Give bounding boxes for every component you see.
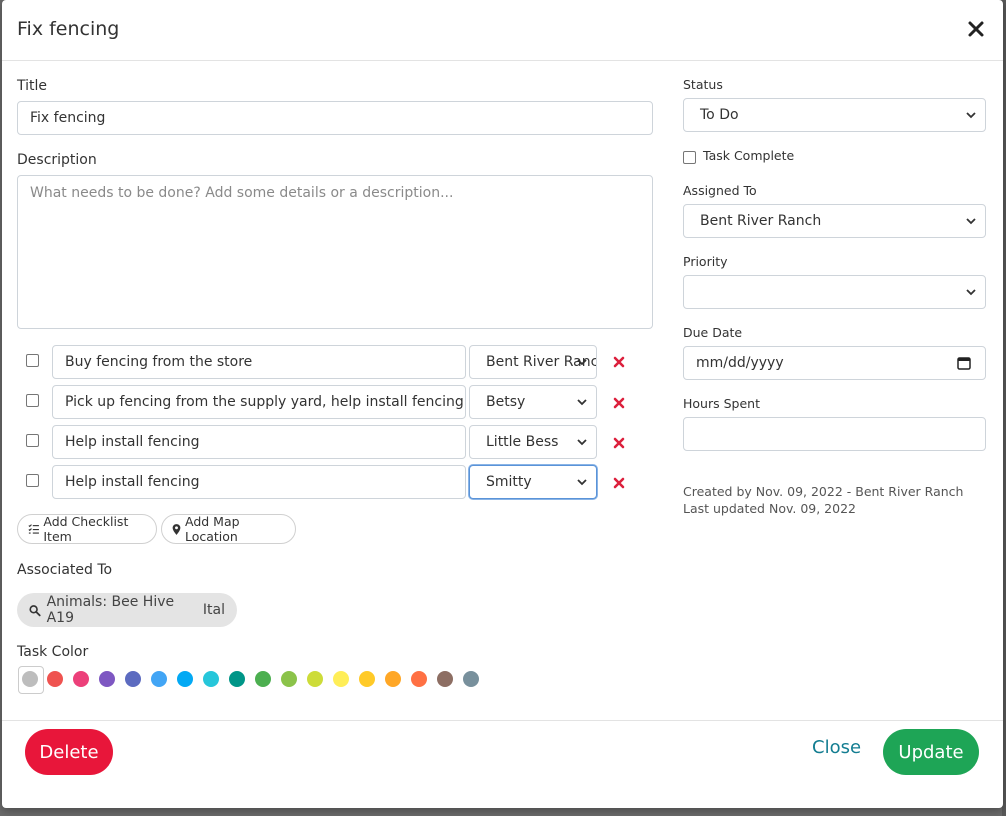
delete-button[interactable]: Delete bbox=[25, 729, 113, 775]
task-color-label: Task Color bbox=[17, 644, 89, 660]
checklist-assignee-select[interactable]: Little Bess bbox=[469, 425, 597, 459]
chevron-down-icon bbox=[577, 439, 587, 446]
remove-item-icon[interactable] bbox=[613, 477, 625, 489]
dialog-title: Fix fencing bbox=[17, 18, 120, 40]
due-date-placeholder: mm/dd/yyyy bbox=[696, 355, 784, 371]
color-swatch[interactable] bbox=[125, 671, 141, 687]
remove-item-icon[interactable] bbox=[613, 397, 625, 409]
calendar-icon[interactable] bbox=[957, 356, 971, 370]
description-placeholder: What needs to be done? Add some details … bbox=[30, 185, 454, 201]
status-value: To Do bbox=[700, 107, 739, 123]
color-swatch[interactable] bbox=[307, 671, 323, 687]
description-label: Description bbox=[17, 152, 97, 168]
color-swatch[interactable] bbox=[22, 671, 38, 687]
color-swatch[interactable] bbox=[463, 671, 479, 687]
associated-chip[interactable]: Animals: Bee Hive A19 Ital bbox=[17, 593, 237, 627]
associated-chip-text: Animals: Bee Hive A19 bbox=[46, 594, 175, 626]
due-date-input[interactable]: mm/dd/yyyy bbox=[683, 346, 986, 380]
color-swatch[interactable] bbox=[333, 671, 349, 687]
title-input-value: Fix fencing bbox=[30, 110, 106, 126]
title-input[interactable]: Fix fencing bbox=[17, 101, 653, 135]
color-swatch[interactable] bbox=[229, 671, 245, 687]
checklist-item-text: Pick up fencing from the supply yard, he… bbox=[65, 394, 464, 410]
color-swatch[interactable] bbox=[99, 671, 115, 687]
color-swatch[interactable] bbox=[411, 671, 427, 687]
chevron-down-icon bbox=[966, 112, 976, 119]
add-checklist-item-button[interactable]: Add Checklist Item bbox=[17, 514, 157, 544]
checklist-assignee-select[interactable]: Smitty bbox=[469, 465, 597, 499]
color-swatch[interactable] bbox=[359, 671, 375, 687]
chevron-down-icon bbox=[966, 289, 976, 296]
updated-info: Last updated Nov. 09, 2022 bbox=[683, 501, 856, 516]
checklist-item-text: Help install fencing bbox=[65, 474, 200, 490]
checklist-assignee-value: Betsy bbox=[486, 394, 526, 410]
status-select[interactable]: To Do bbox=[683, 98, 986, 132]
checklist-checkbox[interactable] bbox=[26, 474, 39, 487]
priority-label: Priority bbox=[683, 254, 728, 269]
description-textarea[interactable]: What needs to be done? Add some details … bbox=[17, 175, 653, 329]
close-button[interactable]: Close bbox=[812, 737, 861, 758]
checklist-assignee-select[interactable]: Betsy bbox=[469, 385, 597, 419]
status-label: Status bbox=[683, 77, 723, 92]
hours-spent-label: Hours Spent bbox=[683, 396, 760, 411]
assigned-to-value: Bent River Ranch bbox=[700, 213, 822, 229]
due-date-label: Due Date bbox=[683, 325, 743, 340]
task-complete-checkbox[interactable] bbox=[683, 151, 696, 164]
remove-item-icon[interactable] bbox=[613, 437, 625, 449]
checklist-item-text: Buy fencing from the store bbox=[65, 354, 253, 370]
checklist-checkbox[interactable] bbox=[26, 434, 39, 447]
hours-spent-input[interactable] bbox=[683, 417, 986, 451]
dialog-header: Fix fencing bbox=[2, 0, 1003, 61]
add-checklist-item-label: Add Checklist Item bbox=[43, 514, 129, 544]
color-swatch[interactable] bbox=[151, 671, 167, 687]
task-dialog: Fix fencing Title Fix fencing Descriptio… bbox=[2, 0, 1003, 808]
priority-select[interactable] bbox=[683, 275, 986, 309]
associated-to-label: Associated To bbox=[17, 562, 113, 578]
color-swatch[interactable] bbox=[47, 671, 63, 687]
color-swatch[interactable] bbox=[281, 671, 297, 687]
checklist-checkbox[interactable] bbox=[26, 354, 39, 367]
color-swatch[interactable] bbox=[203, 671, 219, 687]
list-check-icon bbox=[28, 524, 39, 534]
task-complete-label: Task Complete bbox=[703, 148, 795, 163]
assigned-to-label: Assigned To bbox=[683, 183, 757, 198]
assigned-to-select[interactable]: Bent River Ranch bbox=[683, 204, 986, 238]
add-map-location-label: Add Map Location bbox=[184, 514, 240, 544]
chevron-down-icon bbox=[577, 359, 587, 366]
color-swatch[interactable] bbox=[73, 671, 89, 687]
remove-item-icon[interactable] bbox=[613, 356, 625, 368]
checklist-assignee-value: Smitty bbox=[486, 474, 532, 490]
checklist-assignee-select[interactable]: Bent River Ranch bbox=[469, 345, 597, 379]
checklist-item-text: Help install fencing bbox=[65, 434, 200, 450]
checklist-assignee-value: Little Bess bbox=[486, 434, 559, 450]
color-swatch[interactable] bbox=[385, 671, 401, 687]
checklist-item-input[interactable]: Buy fencing from the store bbox=[52, 345, 466, 379]
add-map-location-button[interactable]: Add Map Location bbox=[161, 514, 296, 544]
dialog-footer-divider bbox=[2, 720, 1003, 721]
close-icon[interactable] bbox=[965, 18, 987, 40]
chevron-down-icon bbox=[577, 479, 587, 486]
color-swatch[interactable] bbox=[437, 671, 453, 687]
color-swatch[interactable] bbox=[177, 671, 193, 687]
chevron-down-icon bbox=[966, 218, 976, 225]
color-swatch[interactable] bbox=[255, 671, 271, 687]
associated-chip-suffix: Ital bbox=[202, 602, 225, 618]
checklist-item-input[interactable]: Pick up fencing from the supply yard, he… bbox=[52, 385, 466, 419]
map-marker-icon bbox=[172, 523, 181, 535]
checklist-checkbox[interactable] bbox=[26, 394, 39, 407]
created-info: Created by Nov. 09, 2022 - Bent River Ra… bbox=[683, 484, 964, 499]
title-label: Title bbox=[17, 78, 48, 94]
chevron-down-icon bbox=[577, 399, 587, 406]
update-button[interactable]: Update bbox=[883, 729, 979, 775]
checklist-item-input[interactable]: Help install fencing bbox=[52, 465, 466, 499]
search-icon bbox=[29, 604, 41, 616]
checklist-item-input[interactable]: Help install fencing bbox=[52, 425, 466, 459]
